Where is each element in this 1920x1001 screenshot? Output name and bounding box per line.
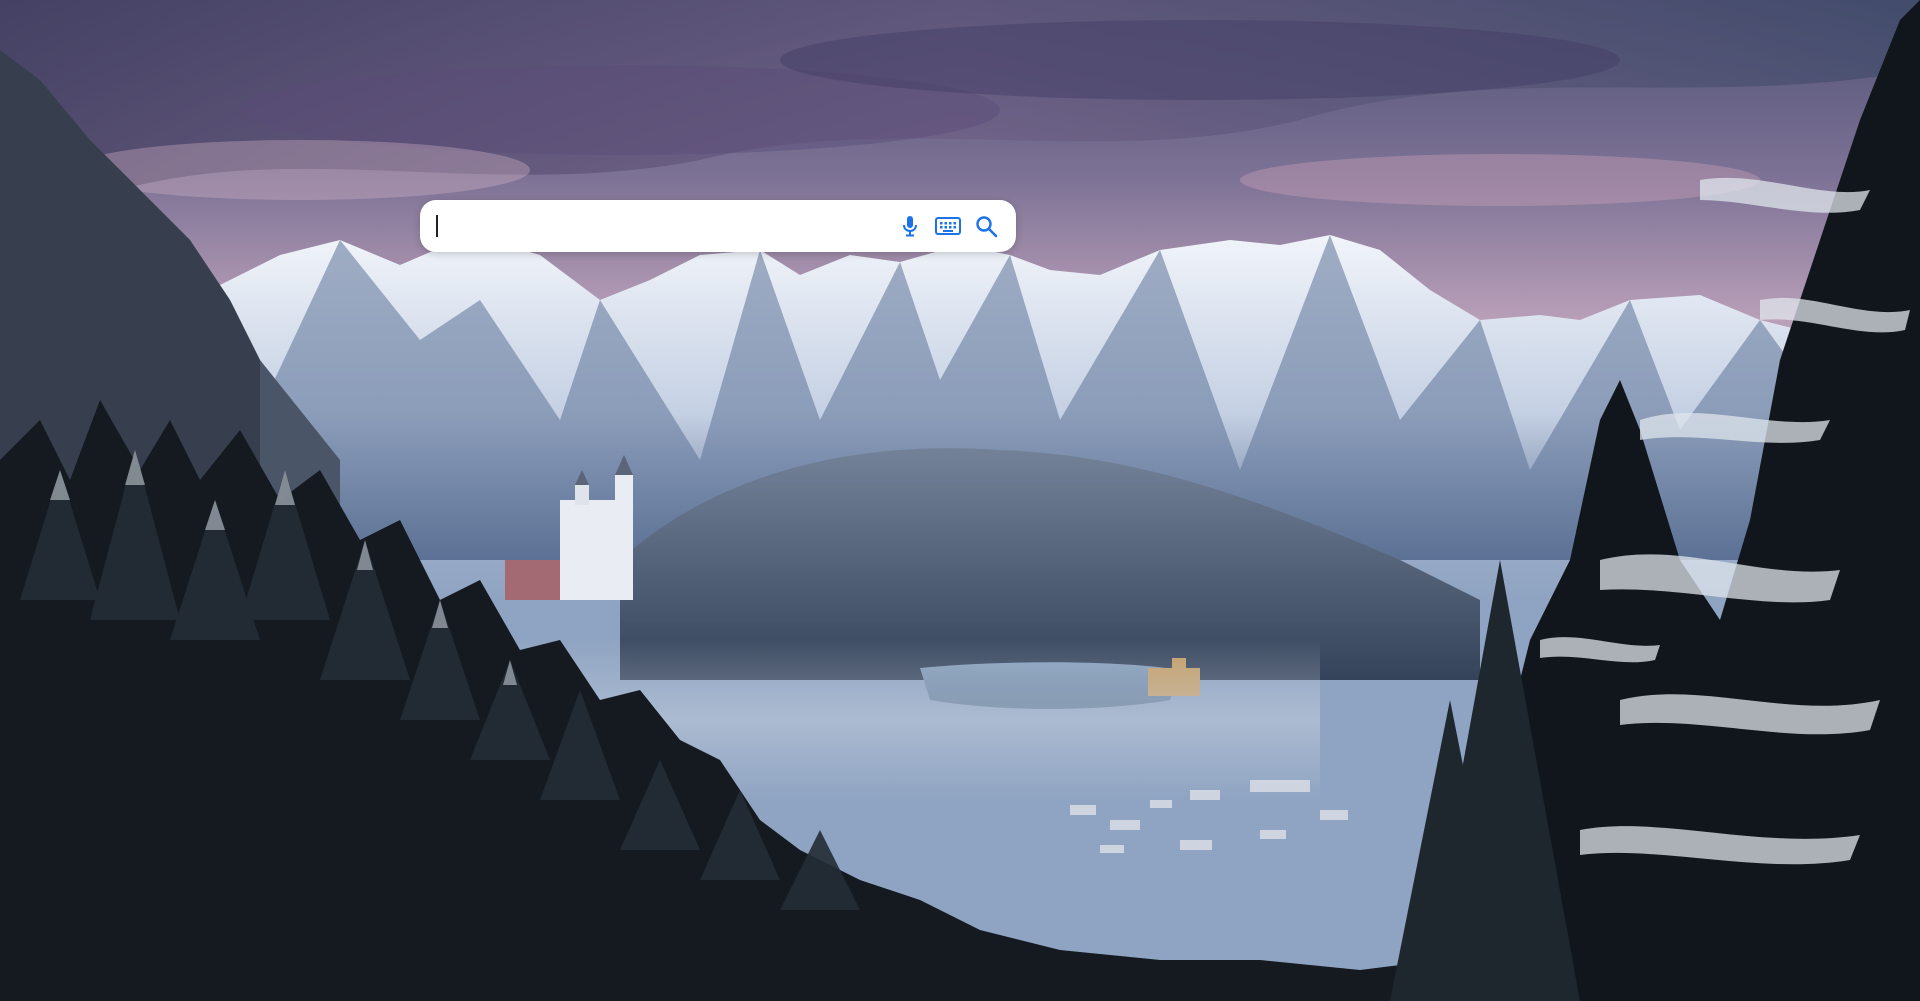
keyboard-icon (935, 216, 961, 236)
search-submit-button[interactable] (970, 210, 1002, 242)
search-icon (974, 214, 998, 238)
microphone-icon (900, 215, 920, 237)
background-wallpaper (0, 0, 1920, 1001)
search-input[interactable] (436, 211, 888, 241)
search-box[interactable] (420, 200, 1016, 252)
new-tab-page (0, 0, 1920, 1001)
text-caret (436, 215, 438, 237)
voice-search-button[interactable] (894, 210, 926, 242)
keyboard-button[interactable] (932, 210, 964, 242)
